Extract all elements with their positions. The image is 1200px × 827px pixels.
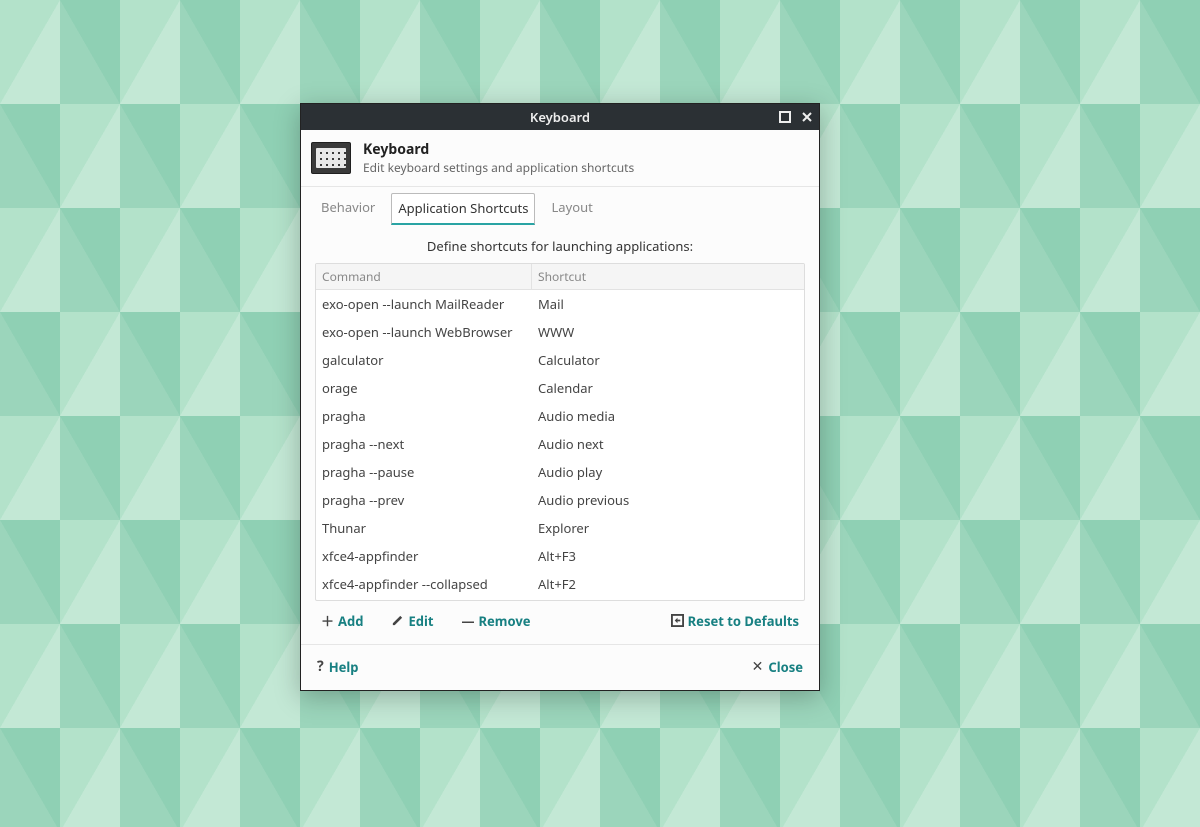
table-row[interactable]: orageCalendar — [316, 374, 804, 402]
window-title: Keyboard — [530, 108, 590, 126]
table-row[interactable]: xfce4-appfinderAlt+F3 — [316, 542, 804, 570]
cell-shortcut: Calculator — [532, 347, 804, 373]
remove-button[interactable]: — Remove — [461, 611, 530, 630]
window-titlebar[interactable]: Keyboard — [301, 104, 819, 130]
table-row[interactable]: pragha --prevAudio previous — [316, 486, 804, 514]
pencil-icon — [391, 614, 404, 627]
instruction-text: Define shortcuts for launching applicati… — [315, 237, 805, 263]
dialog-footer: ? Help ✕ Close — [301, 644, 819, 690]
column-header-command[interactable]: Command — [316, 264, 532, 289]
shortcuts-table[interactable]: Command Shortcut exo-open --launch MailR… — [315, 263, 805, 601]
dialog-header: Keyboard Edit keyboard settings and appl… — [301, 130, 819, 187]
tab-content: Define shortcuts for launching applicati… — [301, 225, 819, 644]
table-body: exo-open --launch MailReaderMailexo-open… — [316, 290, 804, 601]
cell-command: pragha --next — [316, 431, 532, 457]
reset-icon — [671, 614, 684, 627]
table-row[interactable]: exo-open --launch WebBrowserWWW — [316, 318, 804, 346]
reset-defaults-button[interactable]: Reset to Defaults — [671, 611, 799, 630]
cell-command: Thunar — [316, 515, 532, 541]
cell-command: exo-open --launch MailReader — [316, 291, 532, 317]
plus-icon: ＋ — [321, 611, 334, 630]
table-row[interactable]: ThunarExplorer — [316, 514, 804, 542]
cell-shortcut: Audio next — [532, 431, 804, 457]
cell-command: galculator — [316, 347, 532, 373]
cell-command: orage — [316, 375, 532, 401]
cell-shortcut: WWW — [532, 319, 804, 345]
question-icon: ? — [317, 657, 324, 676]
minus-icon: — — [461, 612, 474, 630]
cell-shortcut: Alt+F2 — [532, 571, 804, 597]
cell-shortcut: Audio previous — [532, 487, 804, 513]
close-dialog-button[interactable]: ✕ Close — [752, 657, 803, 676]
maximize-button[interactable] — [777, 109, 793, 125]
table-row[interactable]: exo-open --launch MailReaderMail — [316, 290, 804, 318]
cell-command: xfce4-appfinder --collapsed — [316, 571, 532, 597]
column-header-shortcut[interactable]: Shortcut — [532, 264, 804, 289]
help-label: Help — [329, 658, 359, 676]
table-row[interactable]: pragha --nextAudio next — [316, 430, 804, 458]
cell-shortcut: Mail — [532, 291, 804, 317]
cell-shortcut: Calendar — [532, 375, 804, 401]
tab-bar: Behavior Application Shortcuts Layout — [301, 187, 819, 225]
edit-label: Edit — [408, 612, 433, 630]
maximize-icon — [779, 111, 791, 123]
table-row[interactable]: pragha --pauseAudio play — [316, 458, 804, 486]
table-row[interactable]: xfce4-appfinder --collapsedAlt+F2 — [316, 570, 804, 598]
cell-shortcut: Audio media — [532, 403, 804, 429]
cell-command: exo-open --launch WebBrowser — [316, 319, 532, 345]
header-title: Keyboard — [363, 140, 634, 159]
reset-label: Reset to Defaults — [688, 612, 799, 630]
table-row[interactable]: galculatorCalculator — [316, 346, 804, 374]
tab-behavior[interactable]: Behavior — [315, 193, 381, 225]
remove-label: Remove — [479, 612, 531, 630]
header-text: Keyboard Edit keyboard settings and appl… — [363, 140, 634, 176]
keyboard-settings-window: Keyboard Keyboard Edit keyboard settings… — [300, 103, 820, 691]
cell-command: pragha --pause — [316, 459, 532, 485]
cell-shortcut: Audio play — [532, 459, 804, 485]
cell-shortcut: Explorer — [532, 515, 804, 541]
table-row[interactable]: praghaAudio media — [316, 402, 804, 430]
titlebar-controls — [777, 104, 815, 130]
x-icon: ✕ — [752, 657, 764, 676]
edit-button[interactable]: Edit — [391, 611, 433, 630]
cell-command: xfce4-appfinder — [316, 543, 532, 569]
table-header: Command Shortcut — [316, 264, 804, 290]
add-button[interactable]: ＋ Add — [321, 611, 363, 630]
help-button[interactable]: ? Help — [317, 657, 358, 676]
close-label: Close — [768, 658, 803, 676]
cell-command: pragha — [316, 403, 532, 429]
keyboard-icon — [311, 142, 351, 174]
close-icon — [801, 111, 813, 123]
add-label: Add — [338, 612, 363, 630]
header-subtitle: Edit keyboard settings and application s… — [363, 159, 634, 176]
cell-shortcut: Alt+F3 — [532, 543, 804, 569]
tab-layout[interactable]: Layout — [545, 193, 598, 225]
tab-application-shortcuts[interactable]: Application Shortcuts — [391, 193, 535, 225]
close-button[interactable] — [799, 109, 815, 125]
cell-command: pragha --prev — [316, 487, 532, 513]
table-actions: ＋ Add Edit — Remove Reset to Defaults — [315, 601, 805, 636]
